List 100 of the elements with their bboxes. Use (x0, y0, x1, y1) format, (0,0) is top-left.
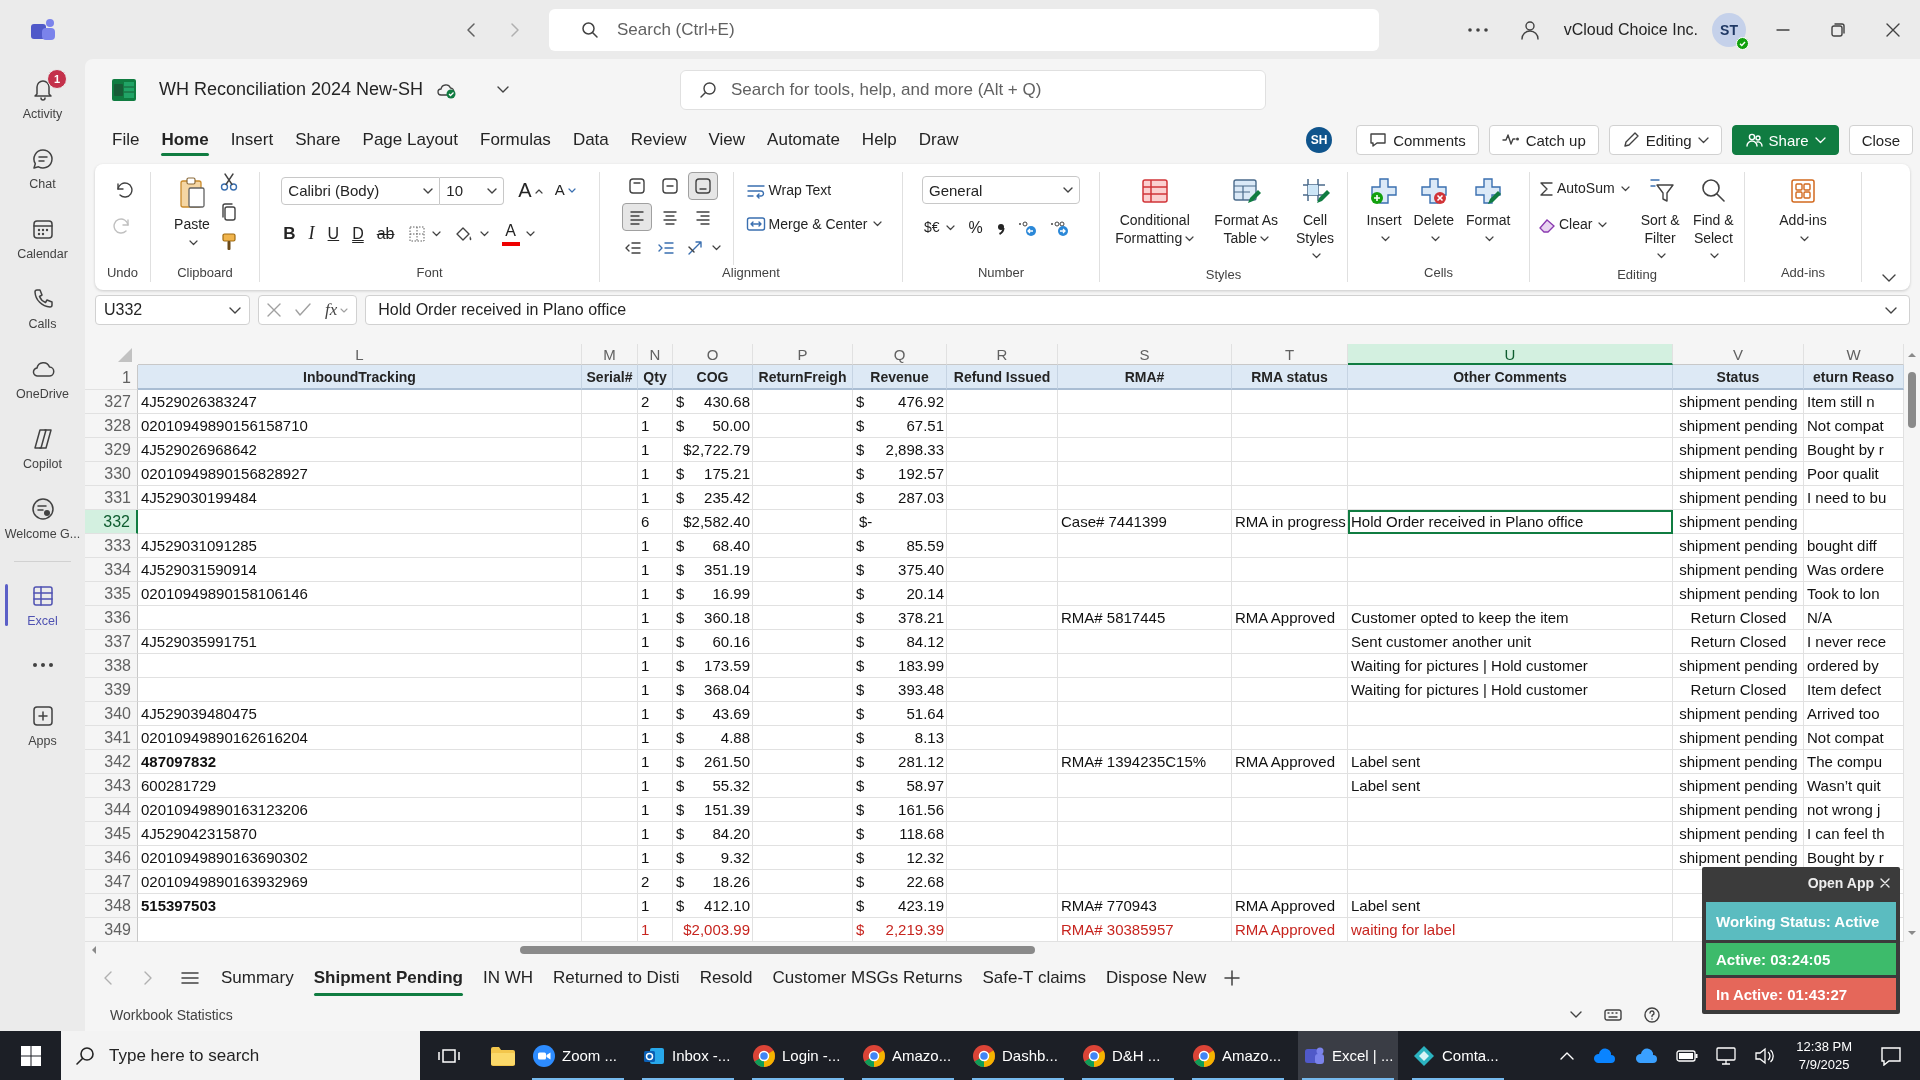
taskbar-app[interactable]: Zoom ... (528, 1031, 628, 1080)
row-header[interactable]: 1 (85, 365, 138, 390)
ribbon-button[interactable]: Delete (1410, 172, 1458, 249)
ribbon-button[interactable]: Cell Styles (1289, 172, 1341, 267)
menu-tab[interactable]: Page Layout (351, 124, 469, 156)
row-header[interactable]: 340 (85, 702, 138, 726)
column-heading[interactable]: W (1804, 344, 1904, 365)
row-header[interactable]: 347 (85, 870, 138, 894)
column-heading[interactable]: Q (853, 344, 947, 365)
column-heading[interactable]: T (1232, 344, 1348, 365)
taskbar-app[interactable]: Comta... (1408, 1031, 1508, 1080)
rail-item[interactable]: Chat (0, 133, 85, 203)
insert-function-button[interactable]: fx (325, 300, 349, 320)
spreadsheet-icon[interactable] (111, 77, 137, 102)
column-heading[interactable]: V (1673, 344, 1804, 365)
rail-item[interactable]: Copilot (0, 413, 85, 483)
taskbar-app[interactable]: Amazo... (1188, 1031, 1288, 1080)
row-header[interactable]: 330 (85, 462, 138, 486)
ribbon-button[interactable]: Find & Select (1688, 172, 1738, 267)
column-heading[interactable]: P (753, 344, 853, 365)
row-header[interactable]: 337 (85, 630, 138, 654)
menu-tab[interactable]: Formulas (469, 124, 562, 156)
currency-button[interactable]: $€ (922, 217, 957, 239)
search-field[interactable]: Search (Ctrl+E) (549, 8, 1379, 51)
catch-up-button[interactable]: Catch up (1488, 125, 1599, 155)
paste-button[interactable]: Paste (171, 172, 213, 253)
row-header[interactable]: 341 (85, 726, 138, 750)
row-header[interactable]: 335 (85, 582, 138, 606)
sheet-tab[interactable]: Summary (211, 960, 304, 996)
percent-button[interactable]: % (966, 216, 985, 240)
monitor-icon[interactable] (1716, 1046, 1737, 1065)
close-icon[interactable] (1886, 22, 1900, 37)
name-box[interactable]: U332 (95, 295, 250, 325)
sheet-tab[interactable]: Safe-T claims (972, 960, 1097, 996)
row-header[interactable]: 348 (85, 894, 138, 918)
back-icon[interactable] (465, 20, 477, 39)
row-header[interactable]: 343 (85, 774, 138, 798)
font-size-field[interactable]: 10 (440, 176, 505, 205)
menu-tab[interactable]: Draw (907, 124, 970, 156)
taskbar-app[interactable]: Excel | ... (1298, 1031, 1398, 1080)
collaborator-avatar[interactable]: SH (1306, 127, 1333, 153)
menu-tab[interactable]: File (101, 124, 151, 156)
sheet-tab[interactable]: Returned to Disti (543, 960, 690, 996)
cancel-icon[interactable] (267, 303, 281, 317)
row-header[interactable]: 329 (85, 438, 138, 462)
row-header[interactable]: 336 (85, 606, 138, 630)
row-header[interactable]: 327 (85, 390, 138, 414)
editing-button[interactable]: Editing (1608, 125, 1722, 155)
row-header[interactable]: 342 (85, 750, 138, 774)
scroll-left-icon[interactable] (91, 945, 97, 955)
speaker-icon[interactable] (1754, 1046, 1775, 1065)
more-icon[interactable] (1467, 27, 1488, 32)
ribbon-button[interactable]: Add-ins (1776, 172, 1830, 249)
font-name-field[interactable]: Calibri (Body) (281, 176, 441, 205)
underline-button[interactable]: U (325, 221, 342, 246)
comments-button[interactable]: Comments (1356, 125, 1479, 155)
font-color-button[interactable]: A (499, 219, 537, 248)
row-header[interactable]: 346 (85, 846, 138, 870)
row-header[interactable]: 331 (85, 486, 138, 510)
battery-icon[interactable] (1676, 1048, 1699, 1063)
merge-center-button[interactable]: Merge & Center (743, 213, 885, 235)
user-avatar[interactable]: ST (1712, 12, 1746, 47)
rail-item[interactable]: Apps (0, 690, 85, 760)
taskbar-app[interactable]: Amazo... (858, 1031, 958, 1080)
row-header[interactable]: 349 (85, 918, 138, 942)
italic-button[interactable]: I (306, 220, 317, 247)
sheet-tab[interactable]: Resold (689, 960, 763, 996)
sheet-tab[interactable]: IN WH (472, 960, 543, 996)
menu-tab[interactable]: View (697, 124, 757, 156)
cloud-icon[interactable] (1634, 1047, 1659, 1064)
menu-tab[interactable]: Data (561, 124, 620, 156)
clear-button[interactable]: Clear (1536, 214, 1610, 236)
menu-tab[interactable]: Insert (219, 124, 285, 156)
cloud-icon[interactable] (1592, 1047, 1617, 1064)
rail-item[interactable]: Calendar (0, 203, 85, 273)
scroll-down-icon[interactable] (1907, 930, 1917, 936)
grow-font-button[interactable]: A (516, 176, 545, 205)
scrollbar-thumb[interactable] (1908, 372, 1916, 428)
align-button[interactable] (622, 203, 653, 231)
start-icon[interactable] (20, 1045, 41, 1066)
menu-tab[interactable]: Home (150, 124, 220, 156)
clock[interactable]: 12:38 PM 7/9/2025 (1792, 1037, 1856, 1074)
taskbar-search-field[interactable]: Type here to search (61, 1031, 420, 1080)
sheet-tab[interactable]: Dispose New (1096, 960, 1217, 996)
taskbar-app[interactable]: Dashb... (968, 1031, 1068, 1080)
rail-item[interactable]: OneDrive (0, 343, 85, 413)
collapse-ribbon-icon[interactable] (1882, 274, 1896, 282)
column-heading[interactable]: R (947, 344, 1058, 365)
column-heading[interactable]: O (673, 344, 753, 365)
double-underline-button[interactable]: D (350, 221, 366, 246)
taskbar-app[interactable]: Login -... (748, 1031, 848, 1080)
folder-icon[interactable] (490, 1044, 516, 1067)
rail-item[interactable]: Activity 1 (0, 63, 85, 133)
ribbon-button[interactable]: Conditional Formatting (1106, 172, 1204, 249)
keyboard-icon[interactable] (1604, 1008, 1622, 1021)
row-header[interactable]: 344 (85, 798, 138, 822)
row-header[interactable]: 334 (85, 558, 138, 582)
help-icon[interactable] (1644, 1006, 1660, 1023)
status-text[interactable]: Workbook Statistics (110, 1006, 233, 1023)
bold-button[interactable]: B (281, 220, 298, 247)
